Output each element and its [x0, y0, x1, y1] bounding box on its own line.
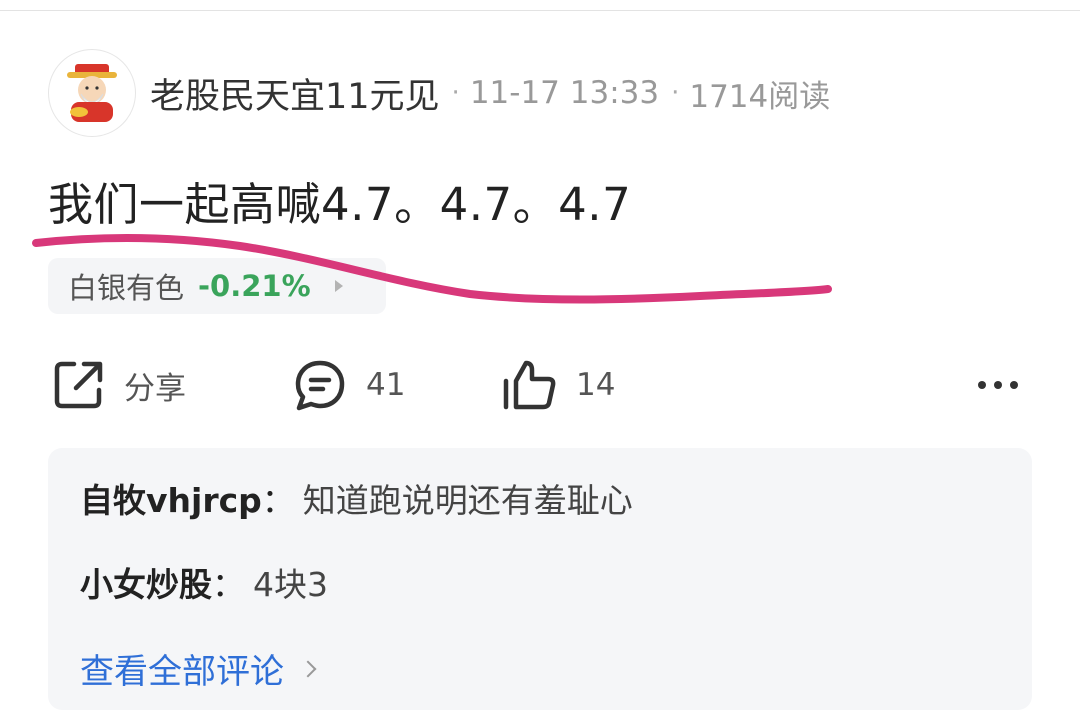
post-meta: 老股民天宜11元见 · 11-17 13:33 · 1714阅读	[150, 68, 830, 119]
stock-change: -0.21%	[198, 269, 311, 303]
comment-text: 4块3	[253, 565, 328, 604]
comment-colon: ：	[261, 481, 295, 520]
read-count: 1714阅读	[689, 78, 831, 115]
post-content[interactable]: 我们一起高喊4.7。4.7。4.7	[48, 168, 631, 233]
like-button[interactable]: 14	[502, 352, 615, 418]
action-bar: 分享 41 14	[48, 352, 1032, 418]
comment-icon	[295, 360, 345, 411]
meta-separator: ·	[671, 78, 680, 108]
share-button[interactable]: 分享	[52, 352, 186, 418]
comment-colon: ：	[212, 565, 245, 604]
comment-count: 41	[366, 367, 406, 403]
like-count: 14	[576, 367, 616, 403]
post-datetime: 11-17 13:33	[469, 75, 660, 111]
more-button[interactable]	[974, 370, 1022, 400]
comment-button[interactable]: 41	[292, 352, 405, 418]
comment-author: 自牧vhjrcp	[80, 481, 262, 520]
comment-item[interactable]: 小女炒股 ： 4块3	[80, 558, 328, 606]
avatar[interactable]	[48, 49, 136, 137]
comment-author: 小女炒股	[80, 565, 212, 604]
thumbs-up-icon	[503, 360, 556, 410]
fortune-god-icon	[67, 64, 117, 122]
top-divider	[0, 10, 1080, 11]
comment-text: 知道跑说明还有羞耻心	[302, 481, 633, 520]
author-name[interactable]: 老股民天宜11元见	[150, 68, 440, 119]
meta-separator: ·	[451, 78, 460, 108]
comment-item[interactable]: 自牧vhjrcp ： 知道跑说明还有羞耻心	[80, 474, 633, 522]
view-all-label: 查看全部评论	[80, 652, 284, 692]
more-dots-icon	[994, 381, 1002, 389]
view-all-comments-link[interactable]: 查看全部评论	[80, 644, 317, 693]
stock-name: 白银有色	[68, 271, 185, 305]
chevron-right-icon	[299, 660, 317, 677]
share-icon	[54, 361, 103, 409]
more-dots-icon	[978, 381, 986, 389]
stock-tag[interactable]: 白银有色 -0.21%	[48, 258, 386, 314]
chevron-right-icon	[334, 280, 343, 292]
share-label: 分享	[124, 370, 186, 407]
more-dots-icon	[1010, 381, 1018, 389]
comment-preview: 自牧vhjrcp ： 知道跑说明还有羞耻心 小女炒股 ： 4块3 查看全部评论	[48, 448, 1032, 710]
post-header: 老股民天宜11元见 · 11-17 13:33 · 1714阅读	[48, 48, 830, 138]
